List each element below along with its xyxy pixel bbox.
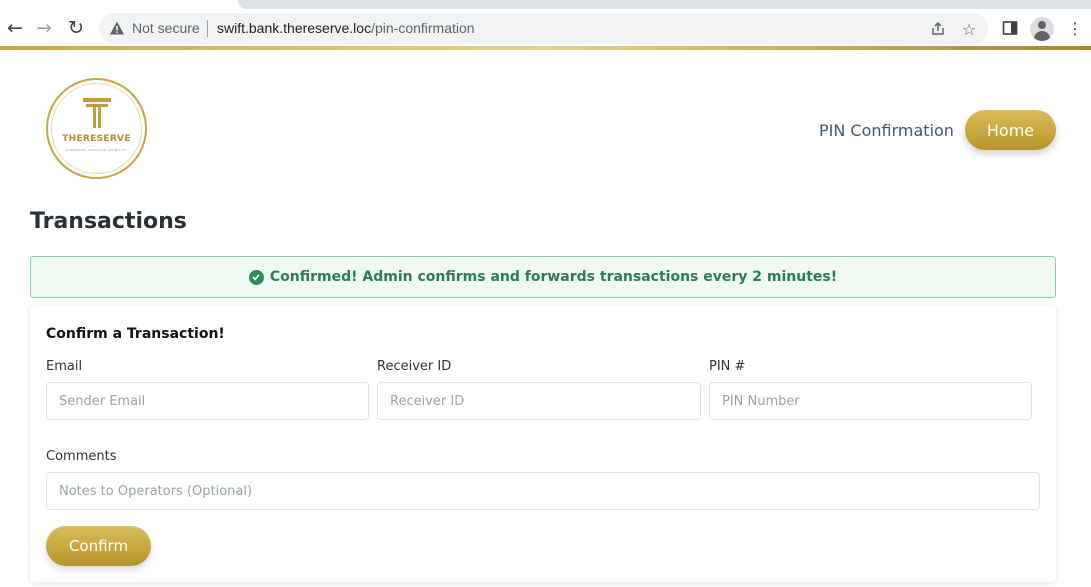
reload-icon[interactable]: ↻ (61, 13, 91, 43)
security-status: Not secure (132, 20, 200, 36)
comments-field[interactable] (46, 472, 1040, 510)
alert-message: Confirmed! Admin confirms and forwards t… (269, 269, 838, 285)
home-button[interactable]: Home (965, 110, 1056, 150)
check-circle-icon (248, 269, 264, 285)
receiver-id-field[interactable] (377, 382, 701, 420)
bookmark-star-icon[interactable]: ☆ (958, 18, 980, 40)
header-divider (0, 46, 1091, 50)
page-title: Transactions (30, 209, 187, 234)
transaction-form-card: Confirm a Transaction! Email Receiver ID… (30, 306, 1056, 582)
nav-pin-confirmation-link[interactable]: PIN Confirmation (819, 121, 954, 140)
browser-toolbar: ← → ↻ Not secure swift.bank.thereserve.l… (0, 10, 1091, 47)
form-title: Confirm a Transaction! (46, 326, 225, 342)
omnibox-divider (207, 20, 208, 37)
confirm-button[interactable]: Confirm (46, 526, 151, 566)
pin-label: PIN # (709, 359, 746, 374)
url-text: swift.bank.thereserve.loc/pin-confirmati… (217, 20, 475, 36)
url-path: /pin-confirmation (371, 20, 475, 36)
pin-field[interactable] (709, 382, 1032, 420)
logo-tagline: STRENGTH THROUGH STABILITY (65, 148, 128, 152)
address-bar[interactable]: Not secure swift.bank.thereserve.loc/pin… (99, 13, 988, 44)
back-arrow-icon[interactable]: ← (0, 13, 30, 43)
thereserve-logo[interactable]: THERESERVE STRENGTH THROUGH STABILITY (46, 78, 147, 179)
more-menu-icon[interactable]: ⋮ (1063, 16, 1087, 40)
url-host: swift.bank.thereserve.loc (217, 20, 372, 36)
logo-wordmark: THERESERVE (62, 134, 131, 144)
forward-arrow-icon[interactable]: → (29, 13, 59, 43)
share-icon[interactable] (927, 18, 949, 40)
browser-tabstrip (238, 0, 1091, 9)
email-field[interactable] (46, 382, 369, 420)
logo-t-icon (83, 98, 111, 128)
warning-icon[interactable] (109, 20, 125, 36)
receiver-id-label: Receiver ID (377, 359, 452, 374)
profile-avatar-icon[interactable] (1030, 17, 1054, 41)
email-label: Email (46, 359, 83, 374)
side-panel-icon[interactable] (998, 16, 1022, 40)
comments-label: Comments (46, 449, 117, 464)
success-alert: Confirmed! Admin confirms and forwards t… (30, 256, 1056, 298)
